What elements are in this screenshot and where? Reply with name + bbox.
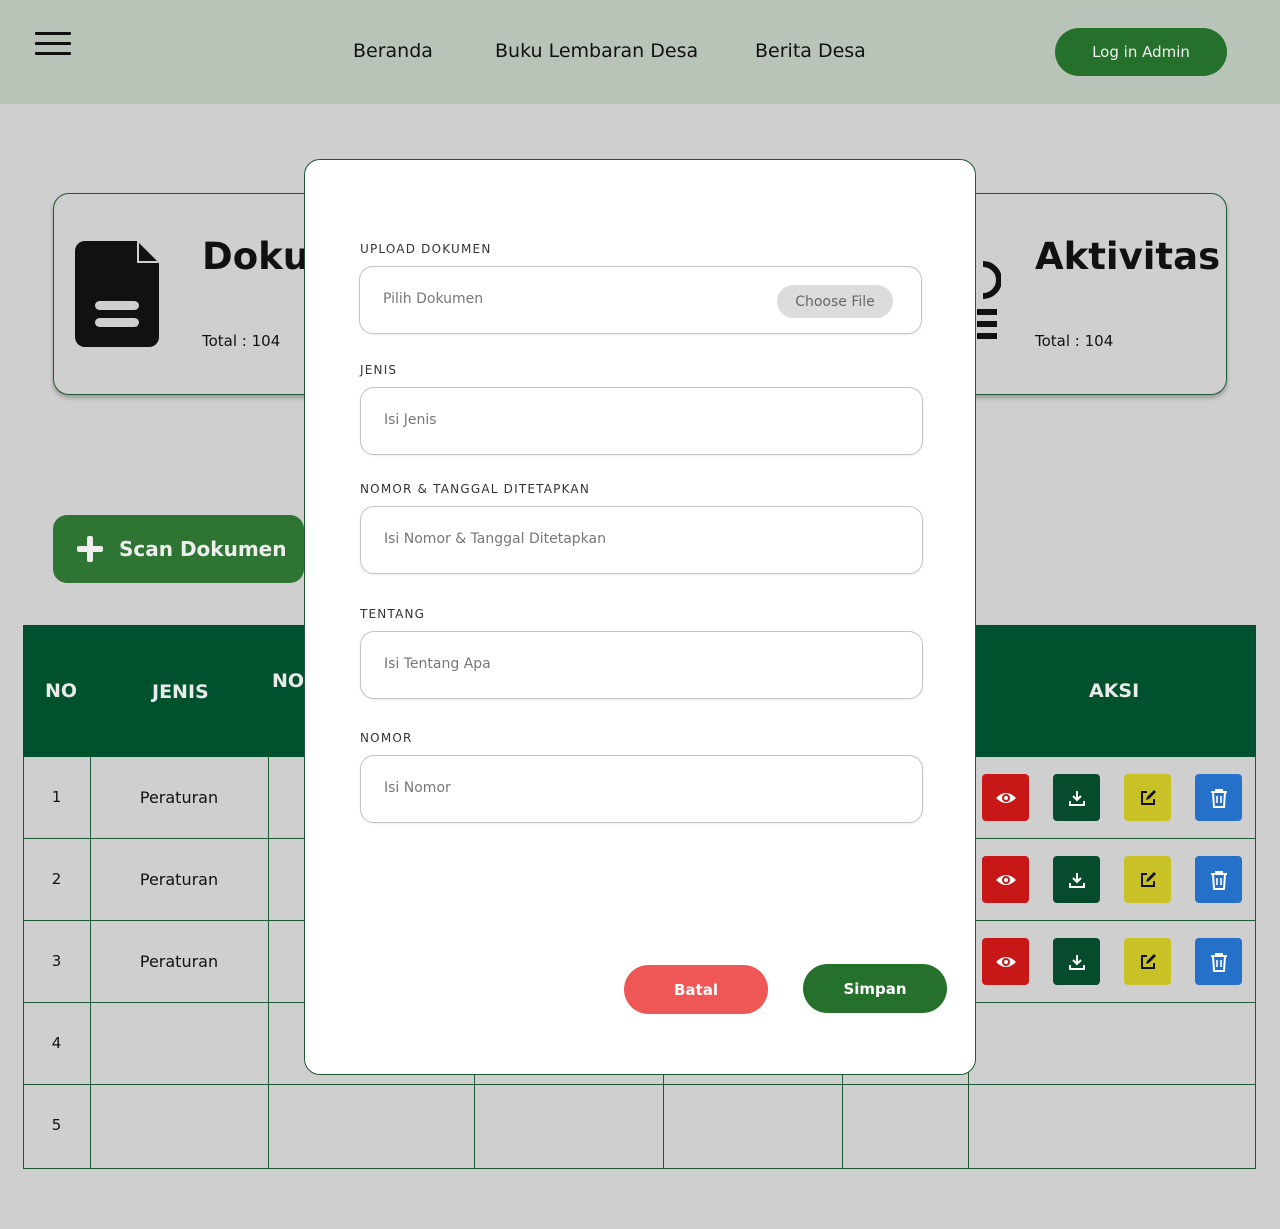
nomor-label: NOMOR [360,731,413,745]
column-header-no: NO [45,680,78,702]
upload-document-modal: UPLOAD DOKUMEN Pilih Dokumen Choose File… [304,159,976,1075]
tentang-label: TENTANG [360,607,426,621]
edit-icon [1140,789,1156,805]
nav-link-buku-lembaran-desa[interactable]: Buku Lembaran Desa [495,40,698,62]
column-header-jenis: JENIS [152,681,209,703]
delete-button[interactable] [1195,856,1242,903]
row-number: 3 [51,952,62,970]
row-number: 4 [51,1034,62,1052]
plus-icon [77,536,103,562]
save-button[interactable]: Simpan [803,964,947,1013]
trash-icon [1210,952,1227,972]
edit-button[interactable] [1124,938,1171,985]
eye-icon [995,956,1016,967]
edit-button[interactable] [1124,856,1171,903]
hamburger-menu-icon[interactable] [35,32,71,58]
upload-file-input[interactable]: Pilih Dokumen Choose File [359,266,922,334]
table-row: 5 [23,1085,1256,1169]
trash-icon [1210,788,1227,808]
download-button[interactable] [1053,938,1100,985]
download-button[interactable] [1053,774,1100,821]
eye-icon [995,874,1016,885]
nav-link-berita-desa[interactable]: Berita Desa [755,40,866,62]
nomor-tanggal-placeholder: Isi Nomor & Tanggal Ditetapkan [384,531,606,547]
choose-file-button[interactable]: Choose File [777,285,893,318]
jenis-input[interactable]: Isi Jenis [360,387,923,455]
activity-card-title: Aktivitas [1035,235,1221,278]
delete-button[interactable] [1195,774,1242,821]
download-icon [1068,872,1085,888]
tentang-placeholder: Isi Tentang Apa [384,656,491,672]
trash-icon [1210,870,1227,890]
activity-card-total: Total : 104 [1035,332,1114,350]
download-icon [1068,954,1085,970]
row-number: 1 [51,788,62,806]
delete-button[interactable] [1195,938,1242,985]
view-button[interactable] [982,774,1029,821]
tentang-input[interactable]: Isi Tentang Apa [360,631,923,699]
row-number: 5 [51,1116,62,1134]
nomor-tanggal-input[interactable]: Isi Nomor & Tanggal Ditetapkan [360,506,923,574]
upload-label: UPLOAD DOKUMEN [360,242,492,256]
column-header-nomor: NO [272,670,305,692]
jenis-placeholder: Isi Jenis [384,412,437,428]
upload-placeholder: Pilih Dokumen [383,291,484,307]
edit-icon [1140,953,1156,969]
edit-button[interactable] [1124,774,1171,821]
document-file-icon [75,241,159,351]
nav-link-beranda[interactable]: Beranda [353,40,433,62]
cancel-button[interactable]: Batal [624,965,768,1014]
jenis-label: JENIS [360,363,398,377]
login-admin-button[interactable]: Log in Admin [1055,28,1227,76]
view-button[interactable] [982,856,1029,903]
view-button[interactable] [982,938,1029,985]
nomor-placeholder: Isi Nomor [384,780,451,796]
row-jenis: Peraturan [139,788,219,807]
row-jenis: Peraturan [139,952,219,971]
scan-document-label: Scan Dokumen [119,537,287,561]
column-header-aksi: AKSI [1089,680,1140,702]
eye-icon [995,792,1016,803]
documents-card-total: Total : 104 [202,332,281,350]
top-navbar: Beranda Buku Lembaran Desa Berita Desa L… [0,0,1280,104]
nomor-input[interactable]: Isi Nomor [360,755,923,823]
row-number: 2 [51,870,62,888]
row-jenis: Peraturan [139,870,219,889]
nomor-tanggal-label: NOMOR & TANGGAL DITETAPKAN [360,482,591,496]
download-icon [1068,790,1085,806]
scan-document-button[interactable]: Scan Dokumen [53,515,304,583]
edit-icon [1140,871,1156,887]
download-button[interactable] [1053,856,1100,903]
